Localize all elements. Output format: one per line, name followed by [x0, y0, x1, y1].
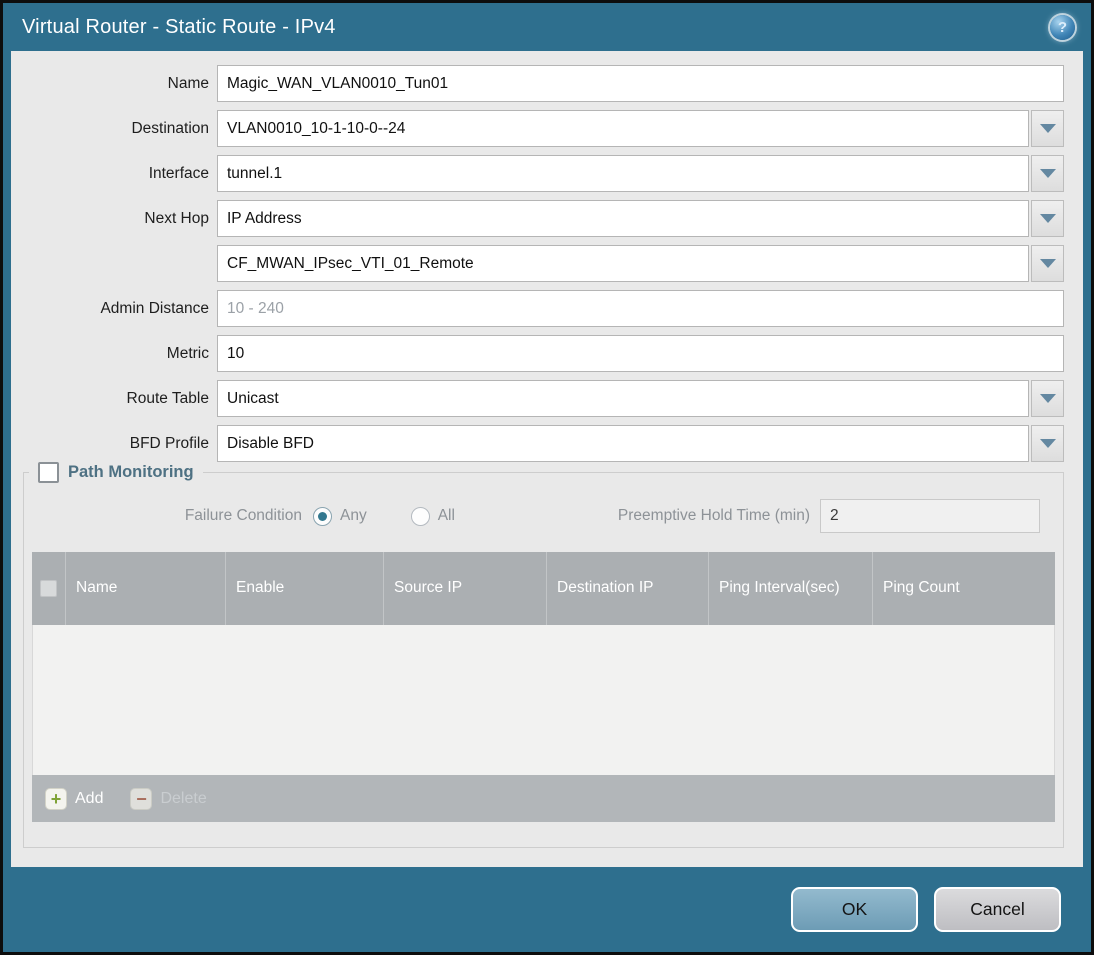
path-monitoring-checkbox[interactable] [38, 462, 59, 483]
column-header-enable: Enable [225, 552, 383, 625]
admin-distance-input[interactable] [217, 290, 1064, 327]
path-monitoring-section: Path Monitoring Failure Condition Any Al… [23, 462, 1064, 848]
failure-condition-all-label: All [437, 507, 455, 524]
interface-dropdown-button[interactable] [1031, 155, 1064, 192]
column-header-ping-count: Ping Count [872, 552, 1055, 625]
path-monitoring-legend: Path Monitoring [29, 462, 203, 483]
plus-glyph: + [50, 788, 62, 809]
form-row-bfd-profile: BFD Profile [23, 425, 1064, 462]
path-monitoring-table-header: Name Enable Source IP Destination IP Pin… [32, 552, 1055, 625]
chevron-down-icon [1039, 169, 1056, 178]
delete-button: − Delete [130, 787, 207, 810]
form-row-route-table: Route Table [23, 380, 1064, 417]
dialog-title: Virtual Router - Static Route - IPv4 [22, 15, 336, 38]
failure-condition-row: Failure Condition Any All Preemptive Hol… [24, 499, 1040, 533]
minus-icon: − [130, 787, 153, 810]
form-row-interface: Interface [23, 155, 1064, 192]
next-hop-type-dropdown-button[interactable] [1031, 200, 1064, 237]
name-input[interactable] [217, 65, 1064, 102]
column-header-destination-ip: Destination IP [546, 552, 708, 625]
failure-condition-all-radio [410, 506, 430, 526]
failure-condition-label: Failure Condition [184, 507, 302, 524]
metric-label: Metric [166, 344, 209, 362]
destination-input[interactable] [217, 110, 1029, 147]
interface-label: Interface [148, 164, 209, 182]
route-table-label: Route Table [126, 389, 209, 407]
route-table-dropdown-button[interactable] [1031, 380, 1064, 417]
add-button[interactable]: + Add [45, 787, 104, 810]
bfd-profile-dropdown-button[interactable] [1031, 425, 1064, 462]
minus-glyph: − [136, 788, 147, 809]
static-route-dialog: Virtual Router - Static Route - IPv4 ? N… [0, 0, 1094, 955]
dialog-footer: OK Cancel [3, 867, 1091, 952]
bfd-profile-label: BFD Profile [129, 434, 209, 452]
admin-distance-label: Admin Distance [100, 299, 209, 317]
next-hop-address-dropdown-button[interactable] [1031, 245, 1064, 282]
next-hop-label: Next Hop [144, 209, 209, 227]
metric-input[interactable] [217, 335, 1064, 372]
delete-button-label: Delete [160, 789, 207, 807]
radio-dot [318, 511, 327, 521]
chevron-down-icon [1039, 439, 1056, 448]
form-row-name: Name [23, 65, 1064, 102]
plus-icon: + [45, 787, 67, 810]
column-header-name: Name [65, 552, 225, 625]
chevron-down-icon [1039, 259, 1056, 268]
column-header-ping-interval: Ping Interval(sec) [708, 552, 872, 625]
dialog-content: Name Destination Interface Next Hop [11, 51, 1083, 867]
dialog-titlebar: Virtual Router - Static Route - IPv4 ? [3, 3, 1091, 51]
select-all-checkbox [40, 580, 57, 597]
path-monitoring-title: Path Monitoring [68, 463, 194, 481]
preemptive-hold-time-label: Preemptive Hold Time (min) [617, 507, 810, 524]
add-button-label: Add [75, 789, 104, 807]
failure-condition-any-radio [313, 506, 332, 526]
form-row-destination: Destination [23, 110, 1064, 147]
column-header-source-ip: Source IP [383, 552, 546, 625]
form-row-admin-distance: Admin Distance [23, 290, 1064, 327]
destination-dropdown-button[interactable] [1031, 110, 1064, 147]
table-toolbar: + Add − Delete [32, 775, 1055, 822]
chevron-down-icon [1039, 394, 1056, 403]
cancel-button[interactable]: Cancel [934, 887, 1061, 932]
header-checkbox-cell [32, 552, 65, 625]
chevron-down-icon [1039, 214, 1056, 223]
form-row-metric: Metric [23, 335, 1064, 372]
destination-label: Destination [131, 119, 209, 137]
route-table-input[interactable] [217, 380, 1029, 417]
preemptive-hold-time-input [820, 499, 1040, 533]
help-icon[interactable]: ? [1050, 14, 1075, 40]
name-label: Name [167, 74, 209, 92]
form-row-next-hop: Next Hop [23, 200, 1064, 237]
next-hop-address-input[interactable] [217, 245, 1029, 282]
path-monitoring-table: Name Enable Source IP Destination IP Pin… [32, 552, 1055, 822]
interface-input[interactable] [217, 155, 1029, 192]
path-monitoring-table-body [32, 625, 1055, 775]
failure-condition-any-label: Any [340, 507, 367, 524]
form-row-next-hop-value [23, 245, 1064, 282]
ok-button[interactable]: OK [791, 887, 918, 932]
next-hop-type-input[interactable] [217, 200, 1029, 237]
bfd-profile-input[interactable] [217, 425, 1029, 462]
chevron-down-icon [1039, 124, 1056, 133]
